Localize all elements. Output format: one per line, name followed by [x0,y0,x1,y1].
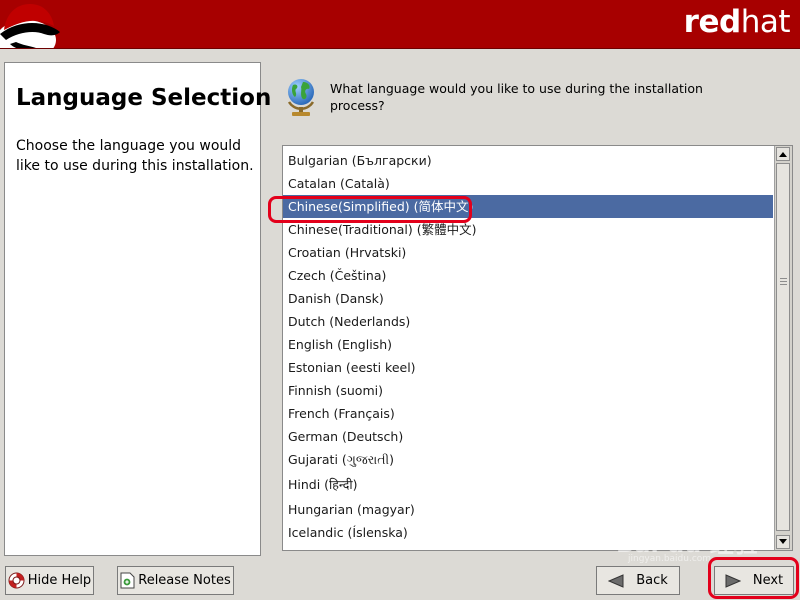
release-notes-button[interactable]: Release Notes [117,566,234,595]
language-option[interactable]: Gujarati (ગુજરાતી) [283,448,773,471]
language-option[interactable]: French (Français) [283,402,773,425]
lifebuoy-icon [8,572,25,589]
language-list[interactable]: Bulgarian (Български) Catalan (Català) Chi… [282,145,793,551]
next-label: Next [752,573,784,588]
language-option[interactable]: Icelandic (Íslenska) [283,521,773,544]
hide-help-button[interactable]: Hide Help [5,566,94,595]
help-panel: Language Selection Choose the language y… [4,62,271,556]
next-button[interactable]: Next [714,566,794,595]
scroll-up-button[interactable] [776,147,790,161]
language-option[interactable]: Dutch (Nederlands) [283,310,773,333]
top-banner: redhat [0,0,800,49]
language-option[interactable]: Hindi (हिन्दी) [283,471,773,498]
language-option[interactable]: Catalan (Català) [283,172,773,195]
help-description: Choose the language you would like to us… [16,138,254,174]
arrow-left-icon [608,573,624,588]
back-label: Back [636,573,668,588]
language-option[interactable]: Czech (Čeština) [283,264,773,287]
hide-help-label: Hide Help [27,573,92,588]
shadowman-logo-icon [0,4,60,48]
language-option[interactable]: Hungarian (magyar) [283,498,773,521]
arrow-up-icon [779,152,787,157]
language-option[interactable]: Chinese(Simplified) (简体中文) [283,195,773,218]
redhat-wordmark: redhat [683,4,791,40]
question-text: What language would you like to use duri… [330,81,703,113]
language-list-items: Bulgarian (Български) Catalan (Català) Chi… [283,149,773,544]
page-title: Language Selection [16,85,272,111]
language-option[interactable]: Chinese(Traditional) (繁體中文) [283,218,773,241]
scroll-thumb[interactable] [776,163,790,531]
arrow-right-icon [725,573,741,588]
globe-icon [287,79,315,116]
language-option[interactable]: Bulgarian (Български) [283,149,773,172]
language-option[interactable]: Danish (Dansk) [283,287,773,310]
language-option[interactable]: Croatian (Hrvatski) [283,241,773,264]
language-option[interactable]: Finnish (suomi) [283,379,773,402]
scroll-grip [780,278,787,287]
watermark-url: jingyan.baidu.com [628,554,712,564]
back-button[interactable]: Back [596,566,680,595]
language-list-scrollbar[interactable] [774,146,792,550]
language-option[interactable]: German (Deutsch) [283,425,773,448]
scroll-down-button[interactable] [776,535,790,549]
arrow-down-icon [779,539,787,544]
language-option[interactable]: Estonian (eesti keel) [283,356,773,379]
language-option[interactable]: English (English) [283,333,773,356]
release-notes-label: Release Notes [138,573,231,588]
document-icon [120,572,135,589]
